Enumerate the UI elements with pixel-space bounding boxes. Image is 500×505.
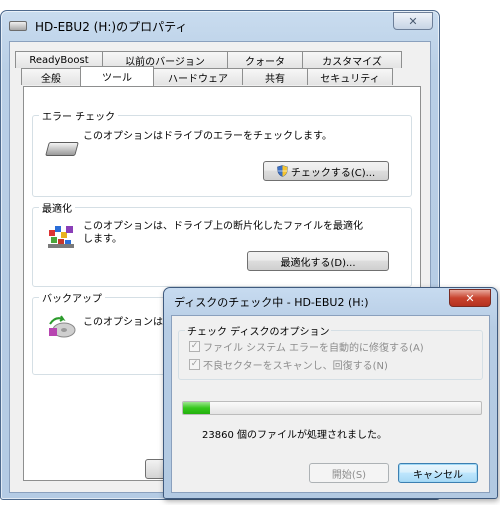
backup-title: バックアップ: [39, 290, 105, 305]
optimize-button[interactable]: 最適化する(D)...: [247, 251, 389, 271]
status-text: 23860 個のファイルが処理されました。: [202, 430, 387, 441]
tab-general[interactable]: 全般: [21, 68, 81, 85]
tab-row-bottom: 全般 ツール ハードウェア 共有 セキュリティ: [21, 66, 393, 86]
close-button[interactable]: ✕: [393, 12, 433, 30]
error-check-title: エラー チェック: [39, 108, 119, 123]
tab-row-top: ReadyBoost 以前のバージョン クォータ カスタマイズ: [15, 51, 402, 68]
scan-sectors-checkbox[interactable]: ✓: [189, 359, 200, 370]
check-disk-dialog: ディスクのチェック中 - HD-EBU2 (H:) ✕ チェック ディスクのオプ…: [163, 287, 498, 499]
scan-sectors-label: 不良セクターをスキャンし、回復する(N): [203, 361, 388, 372]
optimize-description: このオプションは、ドライブ上の断片化したファイルを最適化します。: [83, 221, 363, 245]
cancel-button[interactable]: キャンセル: [398, 463, 478, 483]
check-now-button[interactable]: チェックする(C)...: [263, 161, 389, 181]
progress-bar: [182, 401, 482, 415]
dialog-close-button[interactable]: ✕: [449, 289, 491, 307]
auto-fix-option[interactable]: ✓ ファイル システム エラーを自動的に修復する(A): [189, 339, 424, 354]
tab-security[interactable]: セキュリティ: [307, 68, 393, 85]
auto-fix-checkbox[interactable]: ✓: [189, 341, 200, 352]
error-check-description: このオプションはドライブのエラーをチェックします。: [83, 131, 332, 142]
tab-customize[interactable]: カスタマイズ: [302, 51, 402, 68]
cancel-button-label: キャンセル: [413, 469, 463, 481]
tab-hardware[interactable]: ハードウェア: [153, 68, 243, 85]
scan-sectors-option[interactable]: ✓ 不良セクターをスキャンし、回復する(N): [189, 357, 388, 372]
start-button[interactable]: 開始(S): [309, 463, 389, 483]
optimize-button-label: 最適化する(D)...: [280, 257, 356, 269]
check-options-title: チェック ディスクのオプション: [185, 323, 332, 338]
dialog-title[interactable]: ディスクのチェック中 - HD-EBU2 (H:): [174, 294, 369, 310]
close-icon: ✕: [465, 291, 475, 305]
backup-description: このオプションは: [83, 317, 163, 328]
dialog-client: チェック ディスクのオプション ✓ ファイル システム エラーを自動的に修復する…: [171, 315, 490, 493]
title-bar[interactable]: HD-EBU2 (H:)のプロパティ: [9, 17, 187, 35]
backup-icon: [49, 315, 76, 338]
tab-tools[interactable]: ツール: [80, 66, 154, 86]
tab-sharing[interactable]: 共有: [242, 68, 308, 85]
error-check-group: エラー チェック このオプションはドライブのエラーをチェックします。 チェックす…: [32, 108, 412, 197]
close-icon: ✕: [408, 14, 418, 28]
drive-icon: [9, 21, 27, 31]
progress-fill: [183, 402, 210, 414]
optimize-title: 最適化: [39, 200, 75, 215]
uac-shield-icon: [277, 165, 288, 177]
hard-drive-icon: [45, 142, 79, 156]
auto-fix-label: ファイル システム エラーを自動的に修復する(A): [203, 343, 424, 354]
optimize-group: 最適化 このオプションは、ドライブ上の断片化したファイルを最適化します。 最適化…: [32, 200, 412, 287]
start-button-label: 開始(S): [331, 469, 367, 481]
check-options-group: チェック ディスクのオプション ✓ ファイル システム エラーを自動的に修復する…: [178, 323, 483, 380]
tab-quota[interactable]: クォータ: [227, 51, 303, 68]
check-now-label: チェックする(C)...: [290, 167, 376, 179]
window-title: HD-EBU2 (H:)のプロパティ: [35, 19, 188, 34]
defrag-icon: [48, 226, 74, 248]
